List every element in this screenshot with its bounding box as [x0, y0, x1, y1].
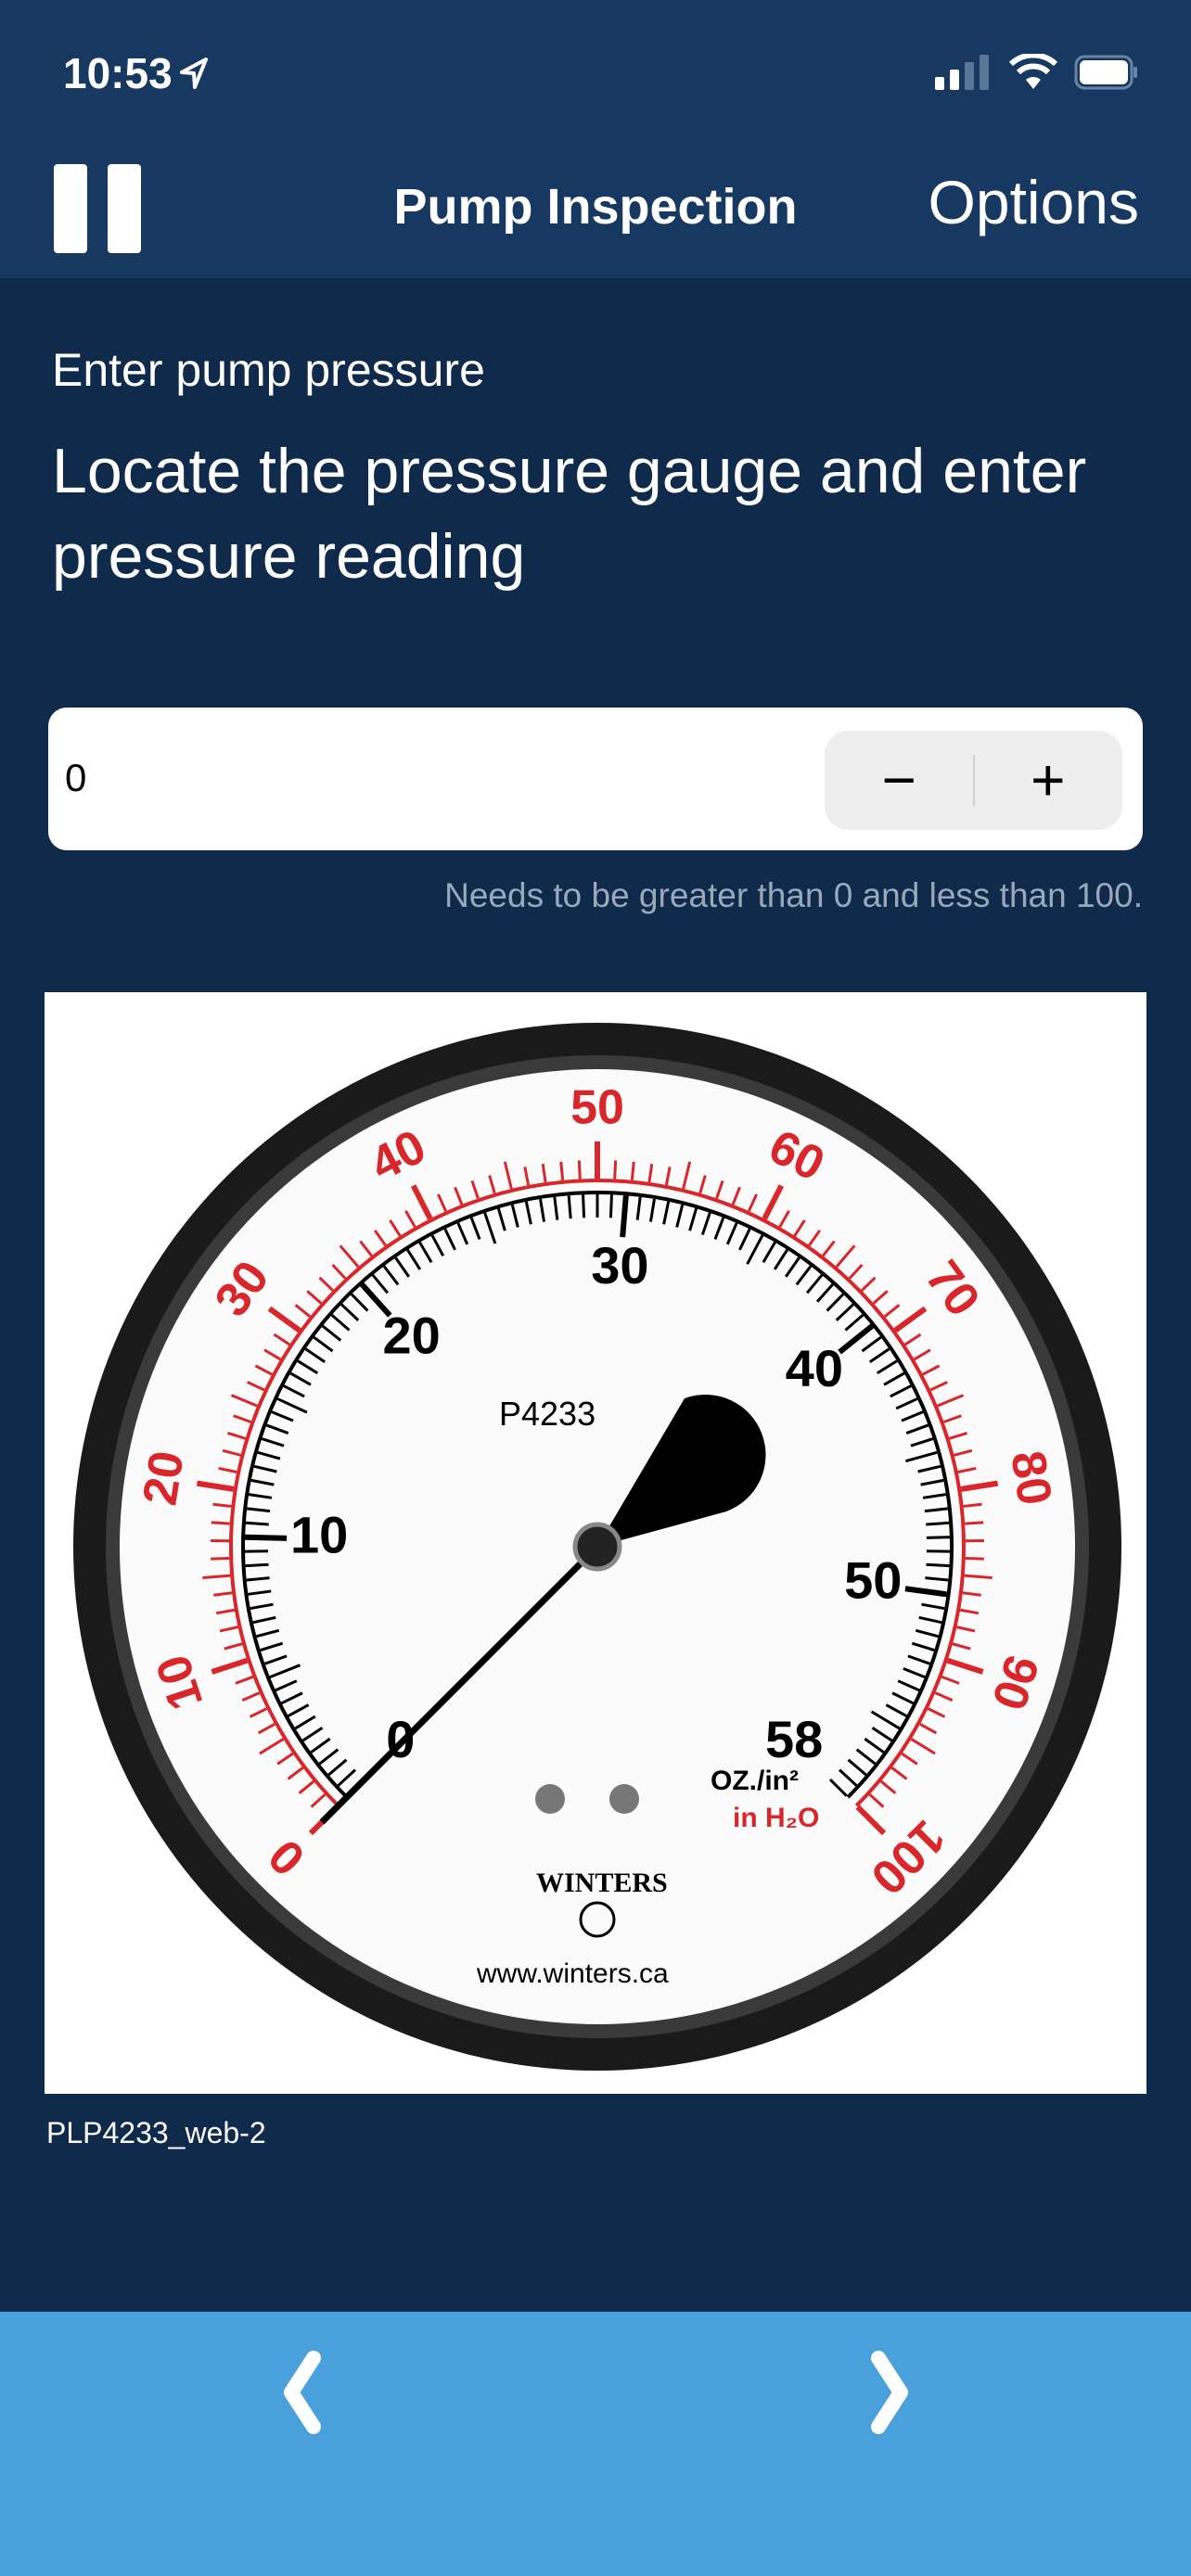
gauge-unit-primary: OZ./in²	[711, 1766, 799, 1796]
inner-scale-label: 50	[844, 1550, 902, 1609]
outer-tick	[630, 1161, 635, 1180]
validation-hint: Needs to be greater than 0 and less than…	[444, 876, 1143, 914]
quantity-stepper[interactable]: − +	[825, 731, 1122, 830]
inner-scale-label: 10	[290, 1506, 348, 1564]
outer-tick	[211, 1521, 230, 1525]
needle-hub	[572, 1522, 622, 1572]
battery-icon	[1074, 55, 1137, 90]
screw-icon	[535, 1784, 565, 1814]
outer-tick	[211, 1556, 230, 1561]
chevron-left-icon[interactable]	[260, 2351, 343, 2434]
gauge-model: P4233	[499, 1395, 596, 1433]
options-button[interactable]: Options	[928, 167, 1139, 237]
inner-scale-label: 30	[591, 1236, 648, 1294]
gauge-url: www.winters.ca	[476, 1958, 669, 1989]
gauge-brand: WINTERS	[536, 1868, 668, 1898]
wifi-icon	[1009, 54, 1057, 89]
footer-nav	[0, 2312, 1191, 2576]
inner-tick	[245, 1521, 269, 1526]
time-text: 10:53	[63, 49, 173, 97]
outer-tick	[613, 1160, 618, 1180]
inner-scale-label: 58	[765, 1710, 823, 1768]
inner-tick	[567, 1195, 572, 1219]
screw-icon	[609, 1784, 639, 1814]
gauge-image: 01020304050607080901000102030405058 P423…	[45, 992, 1146, 2094]
outer-tick	[965, 1521, 984, 1525]
cellular-signal-icon	[935, 55, 989, 90]
step-label: Enter pump pressure	[52, 344, 485, 396]
outer-scale-label: 50	[570, 1081, 624, 1135]
inner-tick	[926, 1536, 950, 1539]
outer-scale-label: 80	[1000, 1447, 1061, 1509]
inner-tick	[582, 1194, 586, 1218]
pressure-gauge: 01020304050607080901000102030405058 P423…	[73, 1023, 1121, 2071]
inner-scale-label: 40	[786, 1339, 843, 1397]
inner-scale-label: 20	[383, 1306, 441, 1364]
status-time: 10:53	[63, 48, 208, 98]
location-arrow-icon	[179, 57, 208, 89]
decrement-button[interactable]: −	[825, 731, 974, 830]
step-instruction: Locate the pressure gauge and enter pres…	[52, 436, 1087, 592]
inner-tick	[608, 1194, 613, 1218]
outer-tick	[965, 1556, 984, 1561]
outer-tick	[577, 1160, 582, 1180]
inner-tick	[926, 1562, 950, 1568]
outer-scale-label: 20	[133, 1447, 194, 1509]
pressure-input[interactable]: 0 − +	[48, 708, 1143, 850]
chevron-right-icon[interactable]	[849, 2351, 932, 2434]
inner-tick	[926, 1521, 950, 1526]
stepper-divider	[973, 755, 975, 806]
inner-tick	[245, 1534, 288, 1541]
increment-button[interactable]: +	[974, 731, 1123, 830]
inner-tick	[620, 1195, 629, 1238]
pressure-value[interactable]: 0	[65, 756, 86, 800]
gauge-unit-secondary: in H₂O	[733, 1803, 819, 1833]
inner-tick	[245, 1562, 269, 1568]
outer-tick	[559, 1161, 565, 1180]
status-icons	[933, 54, 1139, 91]
image-caption: PLP4233_web-2	[46, 2116, 266, 2149]
